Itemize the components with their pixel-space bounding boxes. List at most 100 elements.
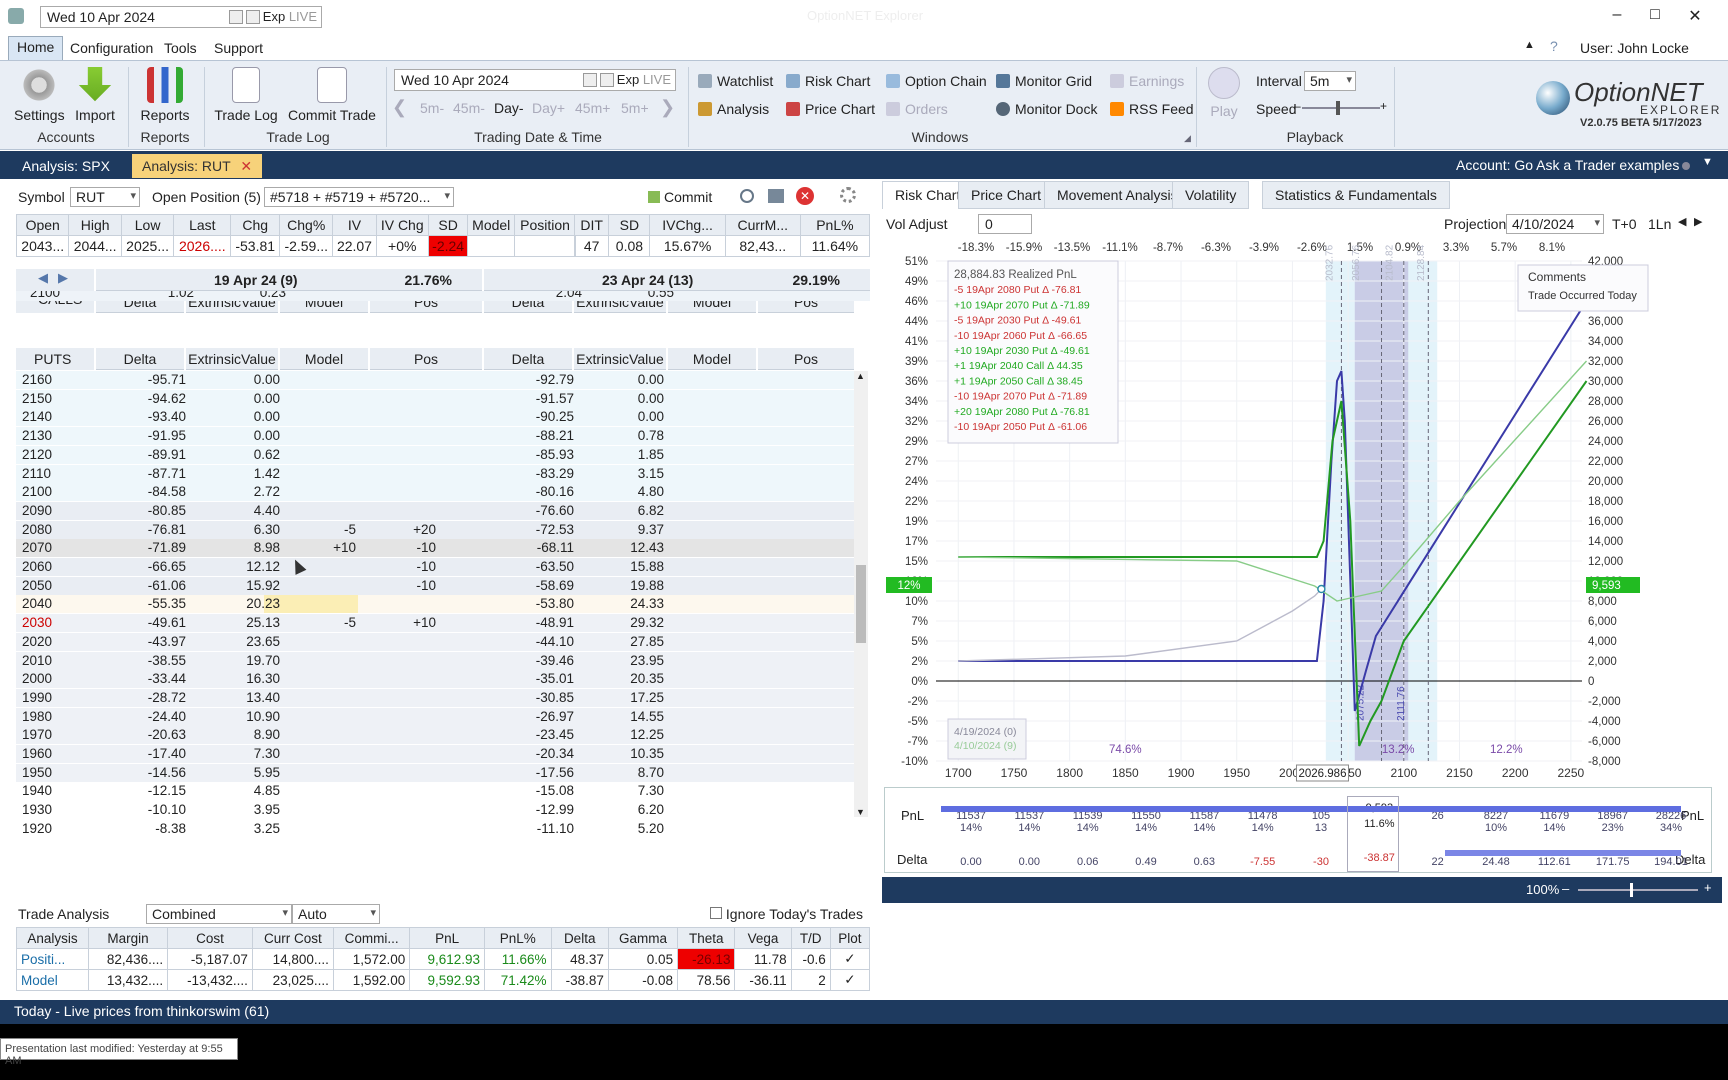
step-day-forward[interactable]: Day+ [532, 100, 565, 116]
current-price-marker[interactable] [1317, 584, 1326, 594]
put-row[interactable]: 1920 -8.38 3.25 -11.10 5.20 [16, 819, 854, 838]
put-row[interactable]: 2040 -55.35 20.23 -53.80 24.33 [16, 595, 854, 614]
next-expiry-icon[interactable]: ▶ [58, 270, 68, 286]
puts-col-header[interactable]: Model [280, 348, 368, 370]
put-row[interactable]: 2010 -38.55 19.70 -39.46 23.95 [16, 651, 854, 670]
speed-slider[interactable] [1302, 107, 1380, 109]
reports-button[interactable]: Reports [138, 67, 192, 123]
settings-gear-icon[interactable] [840, 187, 856, 203]
projection-date-select[interactable]: 4/10/2024 [1506, 214, 1604, 234]
search-icon[interactable] [740, 189, 754, 203]
put-row[interactable]: 1950 -14.56 5.95 -17.56 8.70 [16, 763, 854, 782]
step-forward-icon[interactable]: ❯ [660, 97, 675, 118]
puts-col-header[interactable]: Pos [370, 348, 482, 370]
ta-row[interactable]: Positi... 82,436.... -5,187.07 14,800.... 1,… [16, 948, 871, 970]
prev-expiry-icon[interactable]: ◀ [38, 270, 48, 286]
expand-windows-icon[interactable]: ◢ [1184, 133, 1191, 144]
ta-header[interactable]: Vega [734, 927, 792, 949]
scroll-up-icon[interactable]: ▲ [856, 371, 865, 381]
calendar-icon[interactable] [229, 10, 243, 24]
step-45m-back[interactable]: 45m- [453, 100, 485, 116]
close-tab-icon[interactable]: ✕ [240, 158, 252, 174]
put-row[interactable]: 2030 -49.61 25.13 -5 +10 -48.91 29.32 [16, 614, 854, 633]
ta-header[interactable]: PnL [409, 927, 486, 949]
risk-chart-button[interactable]: Risk Chart [786, 73, 870, 89]
ta-header[interactable]: PnL% [484, 927, 552, 949]
trade-log-button[interactable]: Trade Log [212, 67, 280, 123]
open-position-select[interactable]: #5718 + #5719 + #5720... [264, 187, 454, 207]
put-row[interactable]: 2160 -95.71 0.00 -92.79 0.00 [16, 371, 854, 389]
maximize-icon[interactable]: □ [1643, 6, 1667, 28]
ta-header[interactable]: Theta [677, 927, 736, 949]
puts-col-header[interactable]: Pos [758, 348, 854, 370]
put-row[interactable]: 2110 -87.71 1.42 -83.29 3.15 [16, 464, 854, 483]
zoom-slider-thumb[interactable] [1630, 883, 1633, 897]
ta-cell[interactable]: ✓ [829, 948, 871, 970]
chart-tab-price-chart[interactable]: Price Chart [958, 181, 1055, 209]
option-chain-button[interactable]: Option Chain [886, 73, 987, 89]
zoom-in-icon[interactable]: + [1704, 880, 1712, 895]
minimize-icon[interactable]: – [1605, 6, 1629, 28]
ta-row[interactable]: Model 13,432.... -13,432.... 23,025.... 1,59… [16, 969, 871, 991]
delete-icon[interactable]: ✕ [796, 187, 814, 205]
price-chart-button[interactable]: Price Chart [786, 101, 875, 117]
put-row[interactable]: 1990 -28.72 13.40 -30.85 17.25 [16, 688, 854, 707]
account-menu-icon[interactable]: ▼ [1702, 156, 1713, 168]
put-row[interactable]: 2140 -93.40 0.00 -90.25 0.00 [16, 408, 854, 427]
put-row[interactable]: 2120 -89.91 0.62 -85.93 1.85 [16, 445, 854, 464]
grid-icon[interactable] [600, 73, 614, 87]
put-row[interactable]: 2060 -66.65 12.12 -10 -63.50 15.88 [16, 558, 854, 576]
orders-button[interactable]: Orders [886, 101, 948, 117]
ta-header[interactable]: Gamma [607, 927, 679, 949]
commit-button[interactable]: Commit [648, 189, 712, 205]
vol-adjust-input[interactable]: 0 [978, 214, 1032, 234]
step-5m-back[interactable]: 5m- [420, 100, 444, 116]
put-row[interactable]: 2150 -94.62 0.00 -91.57 0.00 [16, 389, 854, 408]
chart-tab-movement-analysis[interactable]: Movement Analysis [1044, 181, 1191, 209]
auto-select[interactable]: Auto [292, 904, 380, 924]
tab-analysis-rut[interactable]: Analysis: RUT ✕ [132, 154, 263, 178]
ta-header[interactable]: T/D [790, 927, 831, 949]
collapse-ribbon-icon[interactable]: ▲ [1524, 39, 1535, 51]
zoom-out-icon[interactable]: – [1562, 881, 1569, 896]
prev-projection-icon[interactable]: ◀ [1678, 215, 1686, 228]
ta-header[interactable]: Delta [550, 927, 609, 949]
calendar-icon[interactable] [583, 73, 597, 87]
put-row[interactable]: 2020 -43.97 23.65 -44.10 27.85 [16, 632, 854, 651]
put-row[interactable]: 2130 -91.95 0.00 -88.21 0.78 [16, 427, 854, 446]
close-icon[interactable]: ✕ [1683, 6, 1707, 28]
monitor-grid-button[interactable]: Monitor Grid [996, 73, 1092, 89]
rss-feed-button[interactable]: RSS Feed [1110, 101, 1194, 117]
help-icon[interactable]: ? [1550, 38, 1558, 54]
risk-chart[interactable]: 1700175018001850190019502000205021002150… [882, 241, 1722, 831]
ta-header[interactable]: Curr Cost [251, 927, 334, 949]
chart-tab-statistics-fundamentals[interactable]: Statistics & Fundamentals [1262, 181, 1450, 209]
speed-decrease-icon[interactable]: – [1294, 99, 1301, 113]
ta-header[interactable]: Analysis [16, 927, 89, 949]
watchlist-button[interactable]: Watchlist [698, 73, 773, 89]
puts-col-header[interactable]: Model [668, 348, 756, 370]
monitor-dock-button[interactable]: Monitor Dock [996, 101, 1097, 117]
menu-tools[interactable]: Tools [156, 38, 205, 58]
ta-header[interactable]: Plot [829, 927, 871, 949]
play-button[interactable]: Play [1206, 67, 1242, 119]
put-row[interactable]: 1940 -12.15 4.85 -15.08 7.30 [16, 782, 854, 801]
interval-select[interactable]: 5m [1304, 71, 1356, 91]
menu-home[interactable]: Home [8, 36, 64, 61]
zoom-slider[interactable] [1578, 889, 1698, 891]
put-row[interactable]: 1970 -20.63 8.90 -23.45 12.25 [16, 726, 854, 745]
symbol-select[interactable]: RUT [70, 187, 140, 207]
speed-slider-thumb[interactable] [1336, 101, 1340, 115]
scroll-down-icon[interactable]: ▼ [856, 807, 865, 817]
put-row[interactable]: 2100 -84.58 2.72 -80.16 4.80 [16, 483, 854, 502]
grid-scrollbar-thumb[interactable] [856, 565, 866, 643]
ta-cell[interactable]: ✓ [829, 969, 871, 991]
chart-tab-volatility[interactable]: Volatility [1172, 181, 1250, 209]
step-45m-forward[interactable]: 45m+ [575, 100, 610, 116]
puts-col-header[interactable]: Delta [96, 348, 184, 370]
export-icon[interactable] [768, 189, 784, 203]
menu-support[interactable]: Support [206, 38, 271, 58]
tab-analysis-spx[interactable]: Analysis: SPX [12, 154, 120, 178]
ta-header[interactable]: Commi... [332, 927, 411, 949]
put-row[interactable]: 2080 -76.81 6.30 -5 +20 -72.53 9.37 [16, 520, 854, 539]
